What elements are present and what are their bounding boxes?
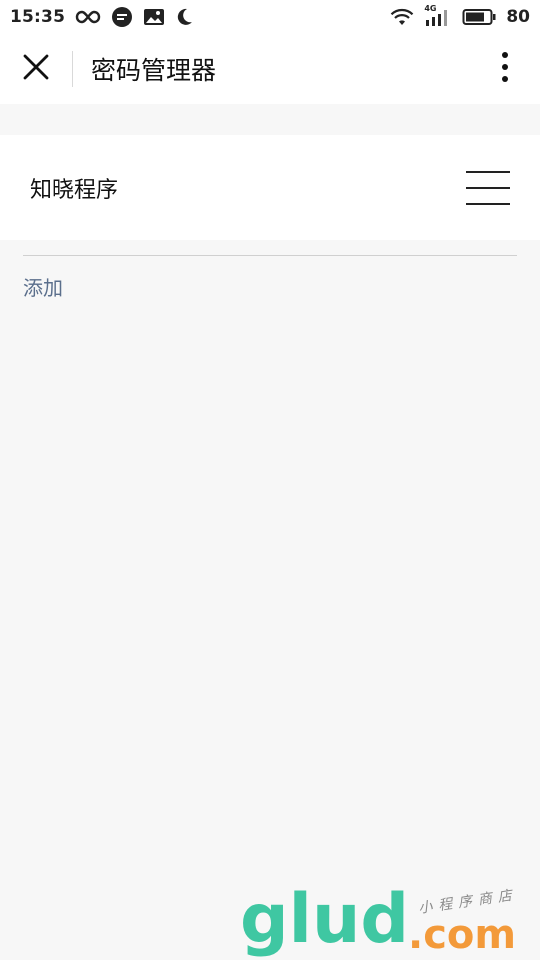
close-icon bbox=[23, 54, 49, 84]
hamburger-line bbox=[466, 186, 510, 189]
hamburger-menu-button[interactable] bbox=[466, 170, 510, 205]
battery-icon bbox=[462, 8, 496, 26]
moon-icon bbox=[175, 8, 193, 26]
close-button[interactable] bbox=[0, 34, 72, 104]
status-bar-left: 15:35 bbox=[10, 6, 193, 28]
more-button[interactable] bbox=[490, 34, 520, 104]
signal-icon: 4G bbox=[424, 4, 452, 27]
image-icon bbox=[143, 7, 165, 27]
status-bar: 15:35 4G 80 bbox=[0, 0, 540, 34]
infinity-icon bbox=[75, 10, 101, 24]
nav-divider bbox=[72, 51, 73, 87]
status-time: 15:35 bbox=[10, 7, 66, 27]
more-vertical-icon bbox=[501, 51, 509, 87]
watermark-domain: .com bbox=[408, 912, 517, 958]
page-title: 密码管理器 bbox=[91, 56, 217, 85]
header-card: 知晓程序 bbox=[0, 135, 540, 240]
watermark-brand: glud bbox=[240, 880, 410, 959]
navigation-bar: 密码管理器 bbox=[0, 34, 540, 104]
network-type-label: 4G bbox=[424, 4, 437, 13]
hamburger-menu-icon bbox=[466, 170, 510, 173]
add-link[interactable]: 添加 bbox=[23, 272, 63, 301]
status-bar-right: 4G 80 bbox=[390, 4, 530, 27]
chat-bubble-icon bbox=[111, 6, 133, 28]
card-title: 知晓程序 bbox=[30, 177, 119, 203]
wifi-icon bbox=[390, 8, 414, 26]
divider bbox=[23, 255, 517, 256]
watermark: glud 小程序商店 .com bbox=[240, 885, 530, 960]
battery-level: 80 bbox=[506, 7, 530, 27]
hamburger-line bbox=[466, 202, 510, 205]
